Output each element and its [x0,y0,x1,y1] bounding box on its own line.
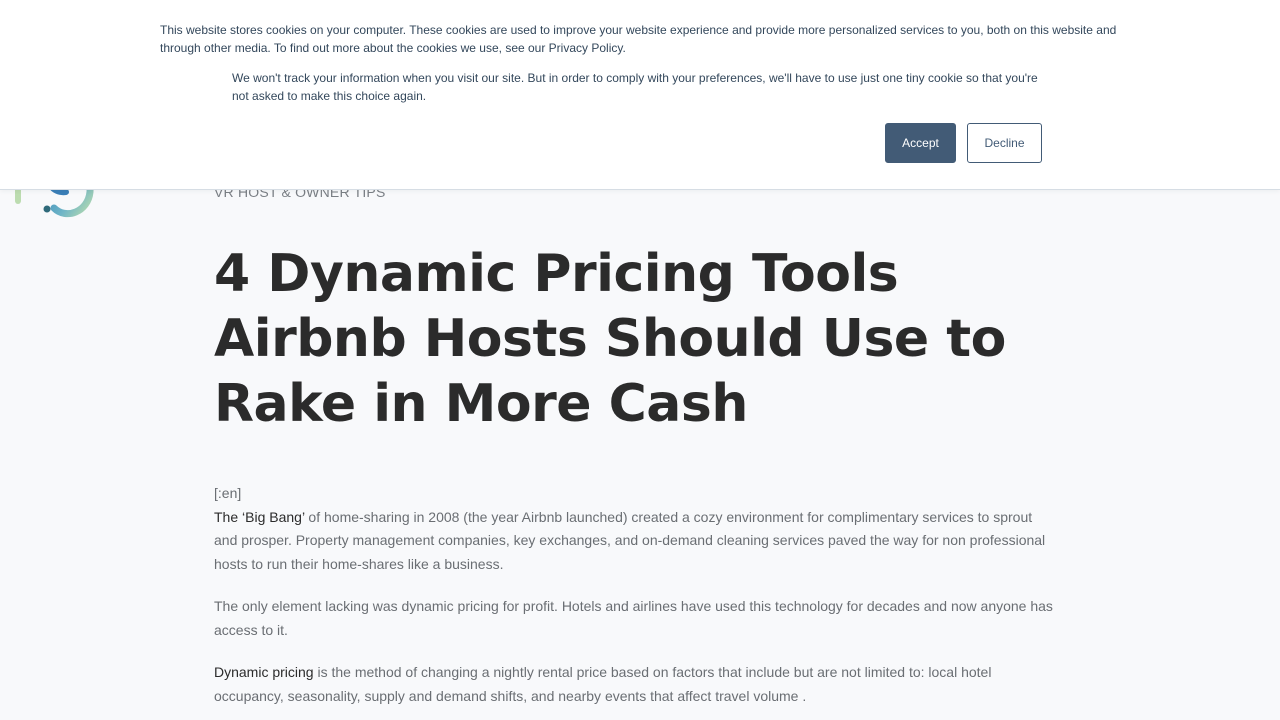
decline-button[interactable]: Decline [967,123,1042,163]
cookie-text: This website stores cookies on your comp… [160,23,1117,55]
language-tag: [:en] [214,485,242,501]
page: VR HOST & OWNER TIPS 4 Dynamic Pricing T… [0,0,1280,720]
paragraph-lead: Dynamic pricing [214,664,314,680]
article-title: 4 Dynamic Pricing Tools Airbnb Hosts Sho… [214,244,1006,434]
paragraph: The ‘Big Bang’ of home-sharing in 2008 (… [214,506,1054,577]
cookie-subtext: We won't track your information when you… [232,71,1038,103]
paragraph-text: The only element lacking was dynamic pri… [214,598,1053,638]
paragraph-text: of home-sharing in 2008 (the year Airbnb… [214,508,1046,572]
paragraph: Dynamic pricing is the method of changin… [214,661,1054,708]
cookie-banner: This website stores cookies on your comp… [0,0,1280,190]
article-body: [:en] The ‘Big Bang’ of home-sharing in … [214,482,1054,720]
paragraph-lead: The ‘Big Bang’ [214,508,305,525]
paragraph: The only element lacking was dynamic pri… [214,595,1054,642]
accept-button[interactable]: Accept [885,123,956,163]
paragraph-text: is the method of changing a nightly rent… [214,664,992,704]
